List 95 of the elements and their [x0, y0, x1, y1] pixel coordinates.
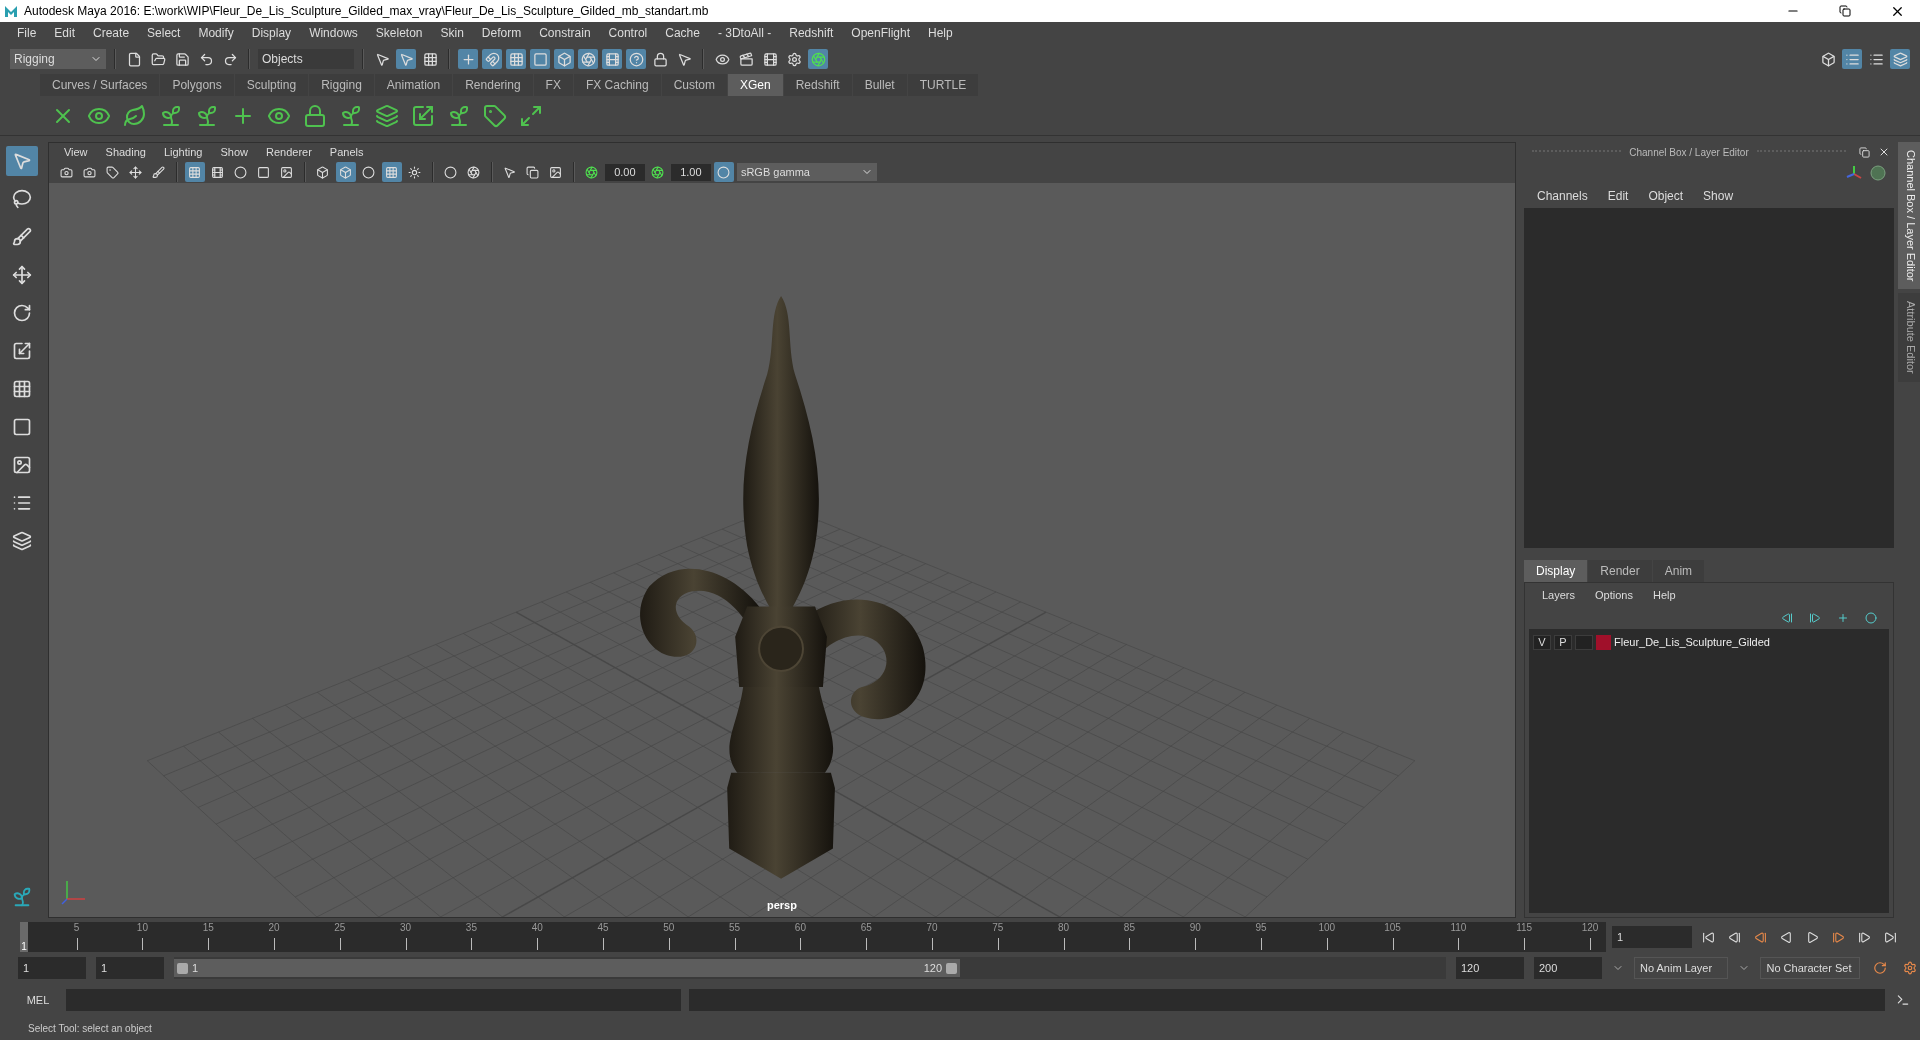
- layer-editor-tab[interactable]: Display: [1524, 560, 1588, 582]
- panel-menu-item[interactable]: Shading: [96, 146, 155, 158]
- menu-item[interactable]: Constrain: [530, 26, 600, 40]
- shelf-tab[interactable]: Custom: [661, 74, 727, 96]
- side-tab[interactable]: Channel Box / Layer Editor: [1898, 142, 1920, 290]
- menu-item[interactable]: Skeleton: [366, 26, 432, 40]
- layer-menu-item[interactable]: Options: [1586, 589, 1642, 601]
- frame-tick-label: 105: [1384, 922, 1401, 933]
- anim-layer-dropdown[interactable]: No Anim Layer: [1634, 957, 1729, 979]
- frame-tick-label: 90: [1189, 922, 1201, 933]
- layer-editor-tab[interactable]: Anim: [1652, 560, 1705, 582]
- frame-tick-label: 120: [1581, 922, 1599, 933]
- start-time-field[interactable]: 1: [18, 957, 86, 979]
- selection-mode-field[interactable]: Objects: [258, 49, 354, 69]
- panel-menu-item[interactable]: Show: [211, 146, 257, 158]
- frame-tick-label: 45: [597, 922, 609, 933]
- layer-menu-item[interactable]: Layers: [1533, 589, 1585, 601]
- side-tab[interactable]: Attribute Editor: [1898, 293, 1920, 383]
- channel-menu-item[interactable]: Show: [1694, 189, 1743, 203]
- menu-item[interactable]: Windows: [300, 26, 367, 40]
- current-frame-field[interactable]: 1: [1612, 926, 1692, 948]
- layer-editor-tab[interactable]: Render: [1588, 560, 1652, 582]
- menu-item[interactable]: Edit: [45, 26, 85, 40]
- panel-title: Channel Box / Layer Editor: [1629, 146, 1749, 158]
- playback-toggle[interactable]: P: [1554, 634, 1572, 650]
- menu-item[interactable]: - 3DtoAll -: [708, 26, 781, 40]
- menu-item[interactable]: Redshift: [780, 26, 843, 40]
- frame-tick-label: 80: [1058, 922, 1070, 933]
- menu-item[interactable]: OpenFlight: [842, 26, 919, 40]
- range-slider[interactable]: 1 120: [174, 959, 960, 977]
- panel-menu-item[interactable]: Renderer: [257, 146, 321, 158]
- panel-menu-item[interactable]: Panels: [320, 146, 373, 158]
- character-set-dropdown[interactable]: No Character Set: [1760, 957, 1860, 979]
- frame-tick-label: 55: [729, 922, 741, 933]
- visibility-toggle[interactable]: V: [1533, 634, 1551, 650]
- panel-menu-item[interactable]: Lighting: [154, 146, 212, 158]
- menu-item[interactable]: Control: [599, 26, 657, 40]
- current-frame-marker[interactable]: 1: [20, 922, 28, 952]
- channel-menu-item[interactable]: Edit: [1598, 189, 1638, 203]
- layer-name[interactable]: Fleur_De_Lis_Sculpture_Gilded: [1614, 636, 1770, 648]
- layer-menu-item[interactable]: Help: [1643, 589, 1685, 601]
- shelf-tab[interactable]: Rigging: [309, 74, 374, 96]
- menu-item[interactable]: Skin: [431, 26, 473, 40]
- shelf-tab[interactable]: Redshift: [783, 74, 852, 96]
- frame-tick-label: 115: [1516, 922, 1533, 933]
- mode-dropdown[interactable]: Rigging: [10, 49, 106, 69]
- frame-tick-label: 95: [1255, 922, 1267, 933]
- color-space-dropdown[interactable]: sRGB gamma: [736, 163, 877, 181]
- menu-item[interactable]: Help: [919, 26, 962, 40]
- playback-start-field[interactable]: 1: [96, 957, 164, 979]
- frame-tick-label: 85: [1123, 922, 1135, 933]
- time-slider[interactable]: 1 5 10 15 20 25 30 35 40 45 50 55 60 65 70 75 80 85 90 95 100 105 110 115 120: [20, 922, 1606, 952]
- playback-end-field[interactable]: 120: [1456, 957, 1524, 979]
- channel-menu-item[interactable]: Object: [1639, 189, 1693, 203]
- panel-menu-item[interactable]: View: [54, 146, 97, 158]
- shelf-tab[interactable]: Rendering: [453, 74, 533, 96]
- help-line-text: Select Tool: select an object: [28, 1022, 152, 1034]
- frame-tick-label: 75: [992, 922, 1004, 933]
- gamma-field[interactable]: 1.00: [670, 163, 711, 181]
- shelf-tab[interactable]: Curves / Surfaces: [40, 74, 160, 96]
- shelf-tab[interactable]: Sculpting: [234, 74, 309, 96]
- shelf-tab[interactable]: Animation: [374, 74, 453, 96]
- channel-menu-item[interactable]: Channels: [1528, 189, 1597, 203]
- menu-item[interactable]: File: [8, 26, 46, 40]
- frame-tick-label: 25: [334, 922, 346, 933]
- frame-tick-label: 30: [400, 922, 412, 933]
- frame-tick-label: 50: [663, 922, 675, 933]
- window-title: Autodesk Maya 2016: E:\work\WIP\Fleur_De_Lis_Sculpture_Gilded_max_vray\Fleur_De_Lis_Sculpture_Gilded_mb_standart.mb: [24, 4, 710, 18]
- frame-tick-label: 110: [1450, 922, 1467, 933]
- frame-tick-label: 100: [1318, 922, 1336, 933]
- frame-tick-label: 65: [860, 922, 872, 933]
- menu-item[interactable]: Cache: [656, 26, 709, 40]
- menu-item[interactable]: Create: [84, 26, 139, 40]
- shelf-tab[interactable]: Polygons: [160, 74, 234, 96]
- menu-item[interactable]: Modify: [189, 26, 243, 40]
- frame-tick-label: 5: [73, 922, 80, 933]
- frame-tick-label: 60: [794, 922, 806, 933]
- menu-item[interactable]: Display: [242, 26, 301, 40]
- shelf-tab[interactable]: FX Caching: [573, 74, 661, 96]
- shelf-tab[interactable]: Bullet: [852, 74, 907, 96]
- shelf-tab[interactable]: TURTLE: [907, 74, 979, 96]
- frame-tick-label: 70: [926, 922, 938, 933]
- shelf-tab[interactable]: XGen: [727, 74, 783, 96]
- menu-item[interactable]: Select: [138, 26, 190, 40]
- frame-tick-label: 20: [268, 922, 280, 933]
- camera-label: persp: [766, 899, 797, 911]
- exposure-field[interactable]: 0.00: [604, 163, 645, 181]
- frame-tick-label: 35: [465, 922, 477, 933]
- frame-tick-label: 10: [136, 922, 148, 933]
- frame-tick-label: 40: [531, 922, 543, 933]
- shelf-tab[interactable]: FX: [533, 74, 573, 96]
- frame-tick-label: 15: [202, 922, 214, 933]
- command-language-label[interactable]: MEL: [18, 994, 58, 1006]
- menu-item[interactable]: Deform: [472, 26, 531, 40]
- end-time-field[interactable]: 200: [1534, 957, 1602, 979]
